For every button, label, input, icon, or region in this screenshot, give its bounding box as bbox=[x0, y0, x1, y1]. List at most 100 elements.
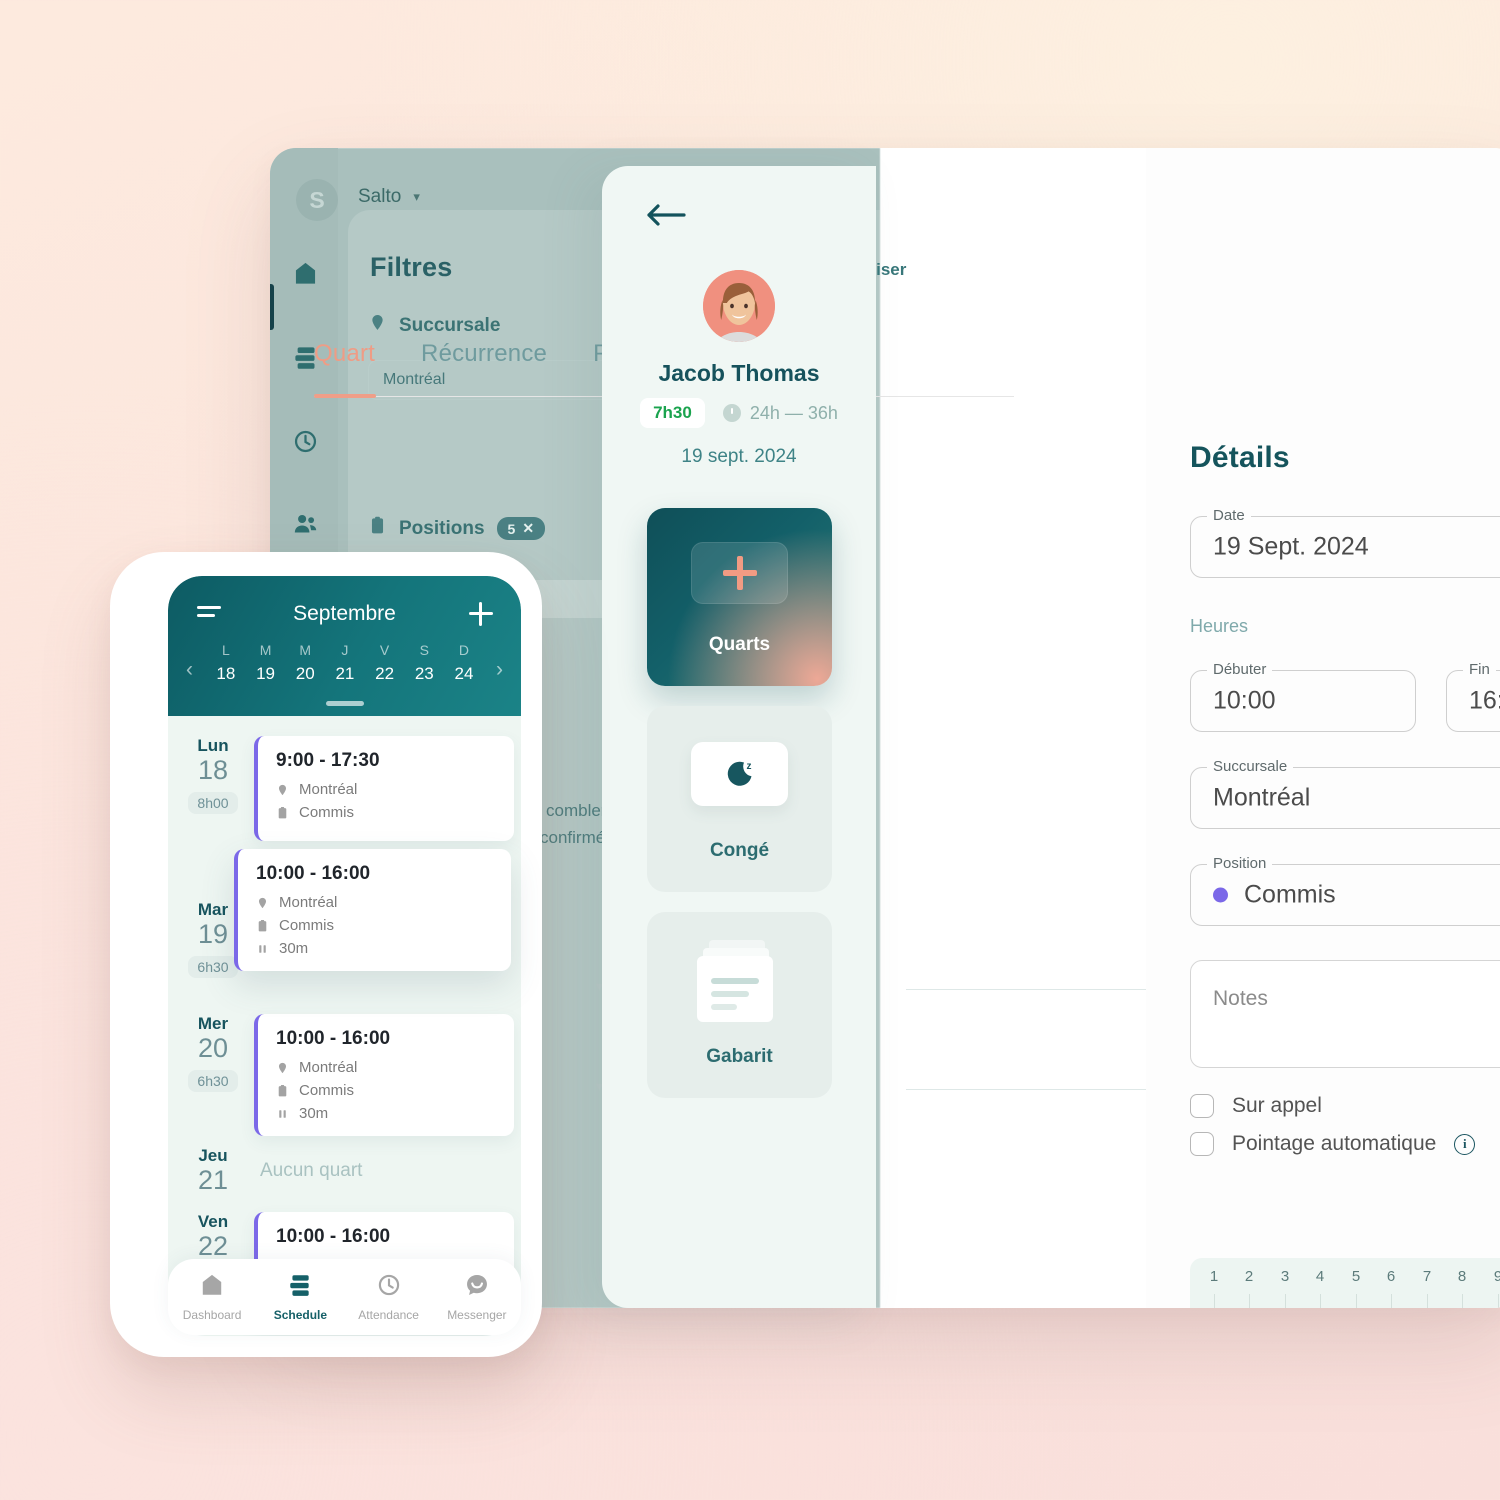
next-week-icon[interactable]: › bbox=[496, 658, 503, 682]
close-icon[interactable]: ✕ bbox=[522, 520, 534, 537]
tab-messenger[interactable]: Messenger bbox=[437, 1272, 517, 1322]
shift-timeline-ruler[interactable]: 1 2 3 4 5 6 7 8 9 10 11 12 13 14 15 16 bbox=[1190, 1258, 1500, 1308]
week-day[interactable]: M 20 bbox=[285, 642, 325, 684]
week-day[interactable]: M 19 bbox=[246, 642, 286, 684]
pointage-automatique-row[interactable]: Pointage automatique i bbox=[1190, 1132, 1476, 1156]
end-time-value: 16:00 bbox=[1469, 686, 1500, 715]
pause-icon bbox=[259, 944, 266, 953]
card-gabarit-label: Gabarit bbox=[706, 1046, 773, 1067]
ruler-tick: 1 bbox=[1209, 1268, 1219, 1285]
document-stack-icon bbox=[697, 940, 773, 1022]
hours-badge: 7h30 bbox=[640, 398, 705, 428]
rail-home-icon[interactable] bbox=[288, 256, 322, 290]
week-day[interactable]: L 18 bbox=[206, 642, 246, 684]
phone-tabbar: Dashboard Schedule Attendance Messenger bbox=[168, 1259, 521, 1335]
shift-time: 10:00 - 16:00 bbox=[276, 1226, 391, 1247]
tab-quart[interactable]: Quart bbox=[314, 340, 375, 382]
week-day-letter: M bbox=[299, 642, 312, 658]
card-quarts-label: Quarts bbox=[708, 634, 771, 655]
shift-position-text: Commis bbox=[279, 917, 334, 934]
card-conge[interactable]: z Congé bbox=[647, 706, 832, 892]
position-field[interactable]: Position Commis bbox=[1190, 855, 1500, 926]
shift-card[interactable]: 9:00 - 17:30 Montréal Commis bbox=[254, 736, 514, 841]
tab-active-underline bbox=[314, 394, 376, 398]
info-icon[interactable]: i bbox=[1454, 1133, 1476, 1155]
shift-card[interactable]: 10:00 - 16:00 Montréal Commis 30m bbox=[254, 1014, 514, 1136]
week-day-number: 19 bbox=[256, 664, 275, 683]
schedule-date: Lun 18 8h00 bbox=[182, 736, 244, 814]
phone-mockup: Septembre ‹ › L 18 M 19 M 20 J 21 V 22 S… bbox=[110, 552, 542, 1357]
rail-people-icon[interactable] bbox=[288, 506, 322, 540]
week-day[interactable]: J 21 bbox=[325, 642, 365, 684]
end-time-field[interactable]: Fin 16:00 bbox=[1446, 661, 1500, 732]
start-time-value: 10:00 bbox=[1213, 686, 1276, 715]
rail-attendance-icon[interactable] bbox=[288, 424, 322, 458]
tab-label: Messenger bbox=[447, 1308, 507, 1322]
position-field-value: Commis bbox=[1244, 880, 1336, 909]
branch-field[interactable]: Succursale Montréal bbox=[1190, 758, 1500, 829]
week-day-number: 23 bbox=[414, 664, 434, 683]
pointage-automatique-label: Pointage automatique bbox=[1232, 1132, 1437, 1155]
filters-title: Filtres bbox=[370, 252, 453, 282]
start-time-field[interactable]: Débuter 10:00 bbox=[1190, 661, 1416, 732]
schedule-dow: Lun bbox=[197, 736, 229, 755]
start-time-legend: Débuter bbox=[1207, 661, 1273, 678]
schedule-duration: 6h30 bbox=[188, 955, 238, 978]
positions-count-chip[interactable]: 5 ✕ bbox=[496, 517, 546, 540]
svg-text:z: z bbox=[746, 761, 751, 772]
badge-icon bbox=[258, 919, 267, 931]
week-day-number: 18 bbox=[216, 664, 236, 683]
card-gabarit[interactable]: Gabarit bbox=[647, 912, 832, 1098]
checkbox[interactable] bbox=[1190, 1132, 1214, 1156]
ghost-table-row bbox=[906, 938, 1146, 990]
phone-add-icon[interactable] bbox=[469, 602, 493, 626]
notes-placeholder: Notes bbox=[1213, 987, 1268, 1010]
week-day-letter: V bbox=[379, 642, 390, 658]
chevron-down-icon: ▾ bbox=[413, 189, 420, 204]
week-day-letter: S bbox=[419, 642, 429, 658]
clock-icon bbox=[722, 404, 741, 422]
tab-recurrence[interactable]: Récurrence bbox=[421, 340, 547, 382]
hours-label: Heures bbox=[1190, 616, 1249, 636]
schedule-duration: 8h00 bbox=[188, 791, 238, 814]
week-day[interactable]: V 22 bbox=[365, 642, 405, 684]
ruler-tick: 3 bbox=[1280, 1268, 1290, 1285]
date-field[interactable]: Date 19 Sept. 2024 bbox=[1190, 507, 1500, 578]
employee-name: Jacob Thomas bbox=[658, 360, 820, 386]
conge-tile: z bbox=[691, 742, 788, 806]
tab-schedule[interactable]: Schedule bbox=[260, 1272, 340, 1322]
week-day[interactable]: S 23 bbox=[404, 642, 444, 684]
sur-appel-row[interactable]: Sur appel bbox=[1190, 1094, 1322, 1118]
tab-label: Dashboard bbox=[182, 1308, 242, 1322]
branch-field-value: Montréal bbox=[1213, 783, 1311, 812]
clock-icon bbox=[378, 1274, 399, 1296]
notes-textarea[interactable]: Notes bbox=[1190, 960, 1500, 1068]
shift-position: Commis bbox=[276, 804, 498, 821]
date-field-value: 19 Sept. 2024 bbox=[1213, 532, 1369, 561]
back-arrow-icon[interactable] bbox=[646, 202, 686, 228]
ruler-tick: 8 bbox=[1457, 1268, 1467, 1285]
hours-range: 24h — 36h bbox=[749, 402, 838, 423]
position-field-value-wrap: Commis bbox=[1213, 881, 1336, 910]
shift-card-highlighted[interactable]: 10:00 - 16:00 Montréal Commis 30m bbox=[234, 849, 511, 971]
shift-time: 9:00 - 17:30 bbox=[276, 750, 380, 771]
ruler-tick: 2 bbox=[1244, 1268, 1254, 1285]
org-switcher[interactable]: Salto ▾ bbox=[358, 186, 420, 208]
drag-handle[interactable] bbox=[325, 701, 364, 706]
branch-field-legend: Succursale bbox=[1207, 758, 1294, 775]
tab-dashboard[interactable]: Dashboard bbox=[172, 1272, 252, 1322]
prev-week-icon[interactable]: ‹ bbox=[186, 658, 193, 682]
quarts-tile bbox=[691, 542, 788, 604]
card-quarts[interactable]: Quarts bbox=[647, 508, 832, 686]
checkbox[interactable] bbox=[1190, 1094, 1214, 1118]
shift-time: 10:00 - 16:00 bbox=[276, 1028, 391, 1049]
plus-icon bbox=[720, 553, 760, 593]
positions-filter-text: Positions bbox=[399, 517, 485, 539]
schedule-icon bbox=[290, 1275, 310, 1296]
tab-attendance[interactable]: Attendance bbox=[349, 1272, 429, 1322]
week-day[interactable]: D 24 bbox=[444, 642, 484, 684]
app-logo: S bbox=[296, 179, 338, 221]
shift-position: Commis bbox=[256, 917, 495, 934]
sur-appel-label: Sur appel bbox=[1232, 1094, 1322, 1117]
card-conge-label: Congé bbox=[709, 840, 770, 861]
